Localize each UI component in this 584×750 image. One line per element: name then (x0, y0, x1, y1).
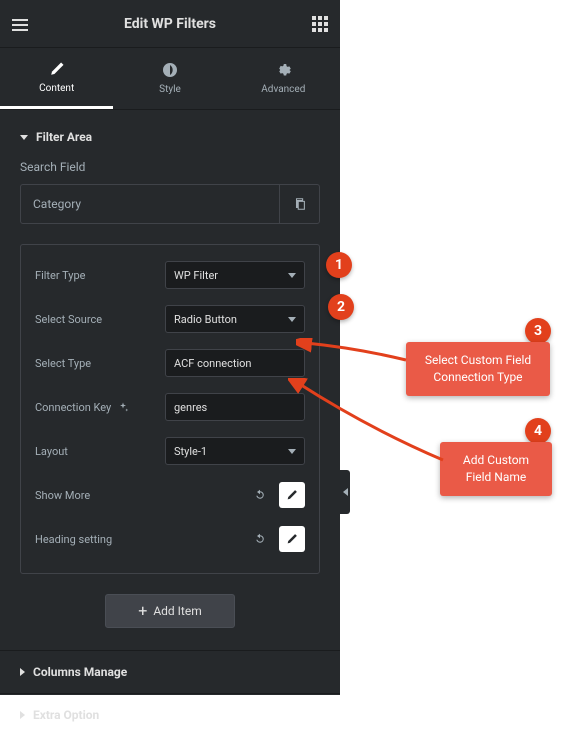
annotation-badge-4: 4 (525, 418, 551, 444)
pencil-icon (49, 61, 65, 77)
panel-title: Edit WP Filters (124, 16, 216, 32)
select-type-value: ACF connection (174, 357, 251, 370)
select-source-label: Select Source (35, 313, 165, 326)
search-field-label: Search Field (20, 160, 320, 174)
annotation-badge-2: 2 (328, 294, 354, 320)
show-more-label: Show More (35, 489, 165, 502)
pencil-icon (286, 533, 298, 545)
connection-key-label: Connection Key (35, 401, 165, 414)
connection-key-input[interactable]: genres (165, 393, 305, 421)
select-source-value: Radio Button (174, 313, 237, 326)
tab-advanced-label: Advanced (261, 84, 305, 95)
menu-icon[interactable] (12, 16, 28, 34)
plus-icon: + (138, 603, 147, 619)
divider (0, 650, 340, 651)
tab-content-label: Content (39, 83, 74, 94)
repeater-item[interactable]: Category (20, 184, 320, 224)
annotation-callout-1: Select Custom Field Connection Type (406, 342, 550, 396)
section-filter-area[interactable]: Filter Area (20, 130, 320, 144)
reset-button[interactable] (247, 482, 273, 508)
undo-icon (254, 533, 266, 545)
tab-content[interactable]: Content (0, 48, 113, 109)
section-extra-option-label: Extra Option (33, 708, 99, 722)
layout-value: Style-1 (174, 445, 207, 458)
add-item-label: Add Item (153, 604, 201, 618)
repeater-item-title: Category (21, 197, 279, 211)
tab-style-label: Style (159, 84, 181, 95)
chevron-left-icon (343, 488, 348, 496)
select-type-input[interactable]: ACF connection (165, 349, 305, 377)
section-filter-area-label: Filter Area (36, 130, 92, 144)
chevron-right-icon (20, 711, 25, 719)
panel-header: Edit WP Filters (0, 0, 340, 48)
sparkle-icon (117, 401, 129, 413)
add-item-button[interactable]: + Add Item (105, 594, 235, 628)
gear-icon (275, 62, 291, 78)
tabs: Content Style Advanced (0, 48, 340, 110)
apps-icon[interactable] (312, 16, 328, 32)
edit-button[interactable] (279, 526, 305, 552)
section-columns-manage-label: Columns Manage (33, 665, 127, 679)
filter-type-select[interactable]: WP Filter (165, 261, 305, 289)
divider (0, 693, 340, 694)
heading-setting-label: Heading setting (35, 533, 165, 546)
connection-key-value: genres (174, 401, 207, 414)
filter-type-value: WP Filter (174, 269, 218, 282)
pencil-icon (286, 489, 298, 501)
item-settings: Filter Type WP Filter Select Source Radi… (20, 244, 320, 574)
section-extra-option[interactable]: Extra Option (20, 708, 320, 736)
tab-style[interactable]: Style (113, 48, 226, 109)
annotation-badge-1: 1 (326, 252, 352, 278)
chevron-right-icon (20, 668, 25, 676)
chevron-down-icon (288, 449, 296, 454)
chevron-down-icon (288, 317, 296, 322)
collapse-panel-button[interactable] (340, 470, 350, 514)
contrast-icon (162, 62, 178, 78)
chevron-down-icon (20, 135, 28, 140)
chevron-down-icon (288, 273, 296, 278)
select-source-select[interactable]: Radio Button (165, 305, 305, 333)
layout-select[interactable]: Style-1 (165, 437, 305, 465)
undo-icon (254, 489, 266, 501)
reset-button[interactable] (247, 526, 273, 552)
annotation-badge-3: 3 (525, 318, 551, 344)
filter-type-label: Filter Type (35, 269, 165, 282)
duplicate-button[interactable] (279, 185, 319, 223)
annotation-callout-2: Add Custom Field Name (440, 442, 552, 496)
copy-icon (293, 197, 307, 211)
panel-body: Filter Area Search Field Category Filter… (0, 110, 340, 750)
tab-advanced[interactable]: Advanced (227, 48, 340, 109)
editor-panel: Edit WP Filters Content Style Advanced F… (0, 0, 340, 695)
edit-button[interactable] (279, 482, 305, 508)
select-type-label: Select Type (35, 357, 165, 370)
section-columns-manage[interactable]: Columns Manage (20, 665, 320, 693)
layout-label: Layout (35, 445, 165, 458)
